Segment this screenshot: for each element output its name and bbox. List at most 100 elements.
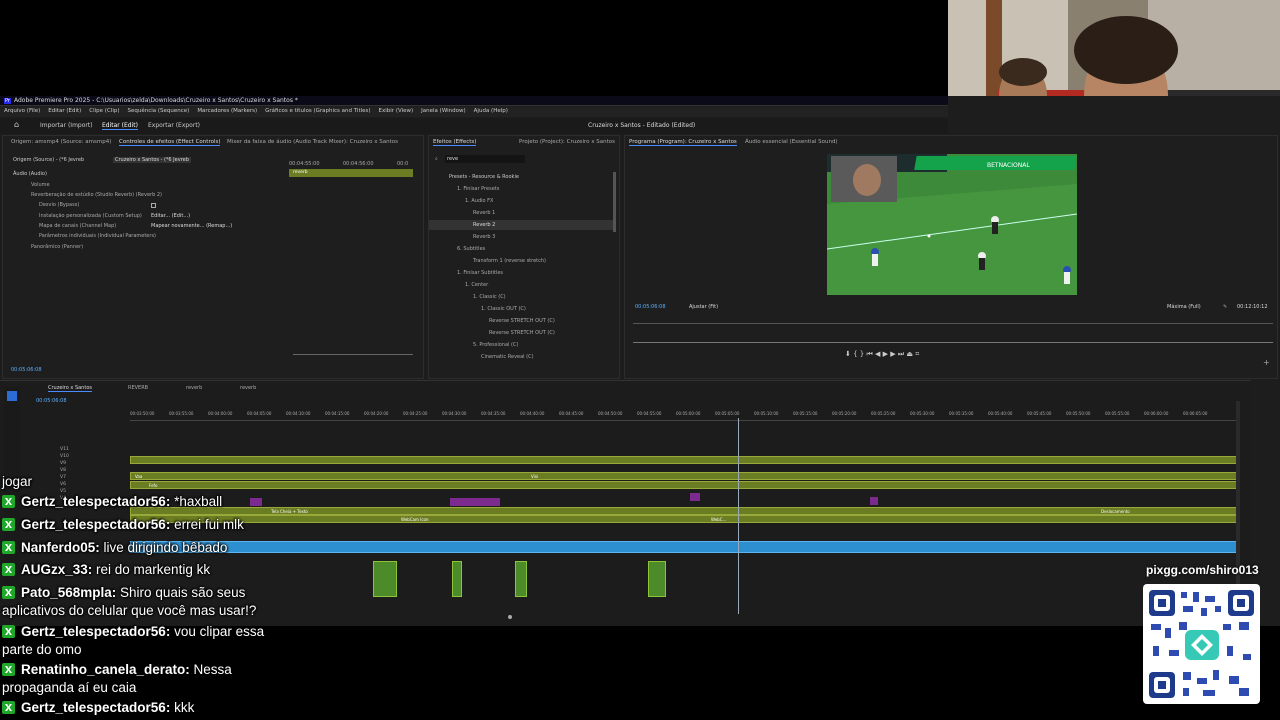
wrench-icon[interactable]: ✎ [1223, 304, 1227, 310]
step-back-icon[interactable]: ◀ [875, 350, 883, 358]
ruler-tick: 00:05:00:00 [676, 411, 701, 416]
track-label-v8[interactable]: V8 [60, 468, 66, 473]
tree-item[interactable]: 1. Finisar Presets [457, 186, 499, 192]
tree-item[interactable]: 1. Classic OUT (C) [481, 306, 526, 312]
chat-message: Renatinho_canela_derato: Nessa [2, 662, 232, 677]
menu-window[interactable]: Janela (Window) [421, 108, 466, 114]
tab-export[interactable]: Exportar (Export) [148, 122, 200, 129]
menu-graphics[interactable]: Gráficos e títulos (Graphics and Titles) [265, 108, 370, 114]
add-button-icon[interactable]: + [1263, 358, 1270, 367]
playhead[interactable] [738, 418, 739, 614]
tab-sequence-reverb[interactable]: REVERB [128, 385, 148, 391]
tree-item[interactable]: Transform 1 (reverse stretch) [473, 258, 546, 264]
effect-studio-reverb[interactable]: Reverberação de estúdio (Studio Reverb) … [31, 192, 162, 198]
project-status: Cruzeiro x Santos - Editado (Edited) [588, 122, 696, 129]
timeline-timecode[interactable]: 00:05:06:08 [36, 398, 67, 404]
zoom-scrollbar[interactable] [293, 354, 413, 355]
track-label-v11[interactable]: V11 [60, 447, 69, 452]
track-label-v9[interactable]: V9 [60, 461, 66, 466]
home-icon[interactable]: ⌂ [14, 121, 23, 129]
menu-help[interactable]: Ajuda (Help) [474, 108, 508, 114]
menu-clip[interactable]: Clipe (Clip) [89, 108, 119, 114]
menu-edit[interactable]: Editar (Edit) [48, 108, 81, 114]
tree-item[interactable]: Cinematic Reveal (C) [481, 354, 534, 360]
bypass-checkbox[interactable] [151, 203, 156, 208]
tab-edit[interactable]: Editar (Edit) [102, 122, 138, 130]
in-point-icon[interactable]: { [853, 350, 860, 358]
tab-program[interactable]: Programa (Program): Cruzeiro x Santos [629, 139, 737, 146]
marker-icon[interactable]: ⬇ [845, 350, 853, 358]
tree-item[interactable]: 5. Professional (C) [473, 342, 518, 348]
tree-item[interactable]: Reverse STRETCH OUT (C) [489, 318, 555, 324]
tab-project[interactable]: Projeto (Project): Cruzeiro x Santos [519, 139, 615, 145]
transport-controls: ⬇ { } ⏮ ◀ ▶ ▶ ⏭ ⏏ ⌗ [845, 350, 1085, 360]
effect-panner[interactable]: Panorâmico (Panner) [31, 244, 83, 250]
chat-username: Gertz_telespectador56: [21, 494, 171, 509]
green-audio-clip[interactable] [515, 561, 527, 597]
quality-dropdown[interactable]: Máxima (Full) [1167, 304, 1201, 310]
tab-essential-sound[interactable]: Áudio essencial (Essential Sound) [745, 139, 838, 145]
effect-clip-bar[interactable]: reverb [289, 169, 413, 177]
effect-volume[interactable]: Volume [31, 182, 50, 188]
tree-item[interactable]: 1. Center [465, 282, 488, 288]
channel-map-remap-button[interactable]: Mapear novamente... (Remap...) [151, 223, 232, 229]
tree-item[interactable]: Reverb 1 [473, 210, 495, 216]
param-bypass[interactable]: Desvio (Bypass) [39, 202, 79, 208]
program-marker-ruler[interactable] [633, 316, 1273, 324]
effects-search-input[interactable]: reve [445, 155, 525, 163]
tree-item[interactable]: Presets - Resource & Rookie [449, 174, 519, 180]
tab-effect-controls[interactable]: Controles de efeitos (Effect Controls) [119, 139, 221, 146]
chat-text: *haxball [170, 494, 223, 509]
chat-line: jogar [2, 474, 33, 489]
fit-dropdown[interactable]: Ajustar (Fit) [689, 304, 718, 310]
timeline-scroll-handle[interactable] [508, 615, 512, 619]
tree-item-selected[interactable]: Reverb 2 [473, 222, 495, 228]
timeline-ruler[interactable]: 00:03:50:00 00:03:55:00 00:04:00:00 00:0… [130, 407, 1238, 421]
source-clip-label[interactable]: Origem (Source) - (*6 Jevreb [13, 157, 84, 163]
ruler-tick: 00:06:05:00 [1183, 411, 1208, 416]
program-timecode[interactable]: 00:05:06:08 [635, 304, 666, 310]
green-audio-clip[interactable] [452, 561, 462, 597]
tree-item[interactable]: 1. Audio FX [465, 198, 493, 204]
menu-markers[interactable]: Marcadores (Markers) [197, 108, 257, 114]
tree-item[interactable]: Reverb 3 [473, 234, 495, 240]
tab-effects[interactable]: Efeitos (Effects) [433, 139, 477, 146]
effects-scrollbar[interactable] [613, 172, 616, 232]
purple-clip[interactable] [870, 497, 878, 505]
ruler-tick: 00:04:35:00 [481, 411, 506, 416]
tab-audio-mixer[interactable]: Mixer da faixa de áudio (Audio Track Mix… [227, 139, 398, 145]
lift-icon[interactable]: ⏏ [906, 350, 915, 358]
tree-item[interactable]: 6. Subtitles [457, 246, 485, 252]
green-audio-clip[interactable] [373, 561, 397, 597]
program-duration: 00:12:10:12 [1237, 304, 1268, 310]
sequence-clip-label[interactable]: Cruzeiro x Santos - (*6 Jevreb [113, 157, 191, 163]
ruler-tick: 00:03:55:00 [169, 411, 194, 416]
selection-tool-icon[interactable] [7, 391, 17, 401]
export-frame-icon[interactable]: ⌗ [915, 350, 919, 358]
purple-clip[interactable] [690, 493, 700, 501]
tab-sequence-main[interactable]: Cruzeiro x Santos [48, 385, 92, 392]
track-label-v10[interactable]: V10 [60, 454, 69, 459]
menu-sequence[interactable]: Sequência (Sequence) [127, 108, 189, 114]
tree-item[interactable]: 1. Finisar Subtitles [457, 270, 503, 276]
tree-item[interactable]: Reverse STRETCH OUT (C) [489, 330, 555, 336]
purple-clip[interactable] [450, 498, 500, 506]
menu-file[interactable]: Arquivo (File) [4, 108, 40, 114]
menu-view[interactable]: Exibir (View) [379, 108, 414, 114]
tab-sequence-reverb-2[interactable]: reverb [186, 385, 202, 391]
green-audio-clip[interactable] [648, 561, 666, 597]
program-scrub-bar[interactable] [633, 342, 1273, 343]
track-clip-row-1[interactable] [130, 456, 1238, 464]
custom-setup-edit-button[interactable]: Editar... (Edit...) [151, 213, 190, 219]
ruler-tick: 00:05:10:00 [754, 411, 779, 416]
go-to-in-icon[interactable]: ⏮ [866, 350, 875, 358]
tab-import[interactable]: Importar (Import) [40, 122, 93, 129]
tree-item[interactable]: 1. Classic (C) [473, 294, 506, 300]
step-forward-icon[interactable]: ▶ [890, 350, 898, 358]
tab-sequence-reverb-3[interactable]: reverb [240, 385, 256, 391]
param-individual[interactable]: Parâmetros individuais (Individual Param… [39, 233, 156, 239]
effects-search-value: reve [447, 156, 459, 162]
tab-source[interactable]: Origem: amsmp4 (Source: amsmp4) [11, 139, 111, 145]
effect-controls-timecode[interactable]: 00:05:06:08 [11, 367, 42, 373]
chat-text: errei fui mlk [170, 517, 244, 532]
